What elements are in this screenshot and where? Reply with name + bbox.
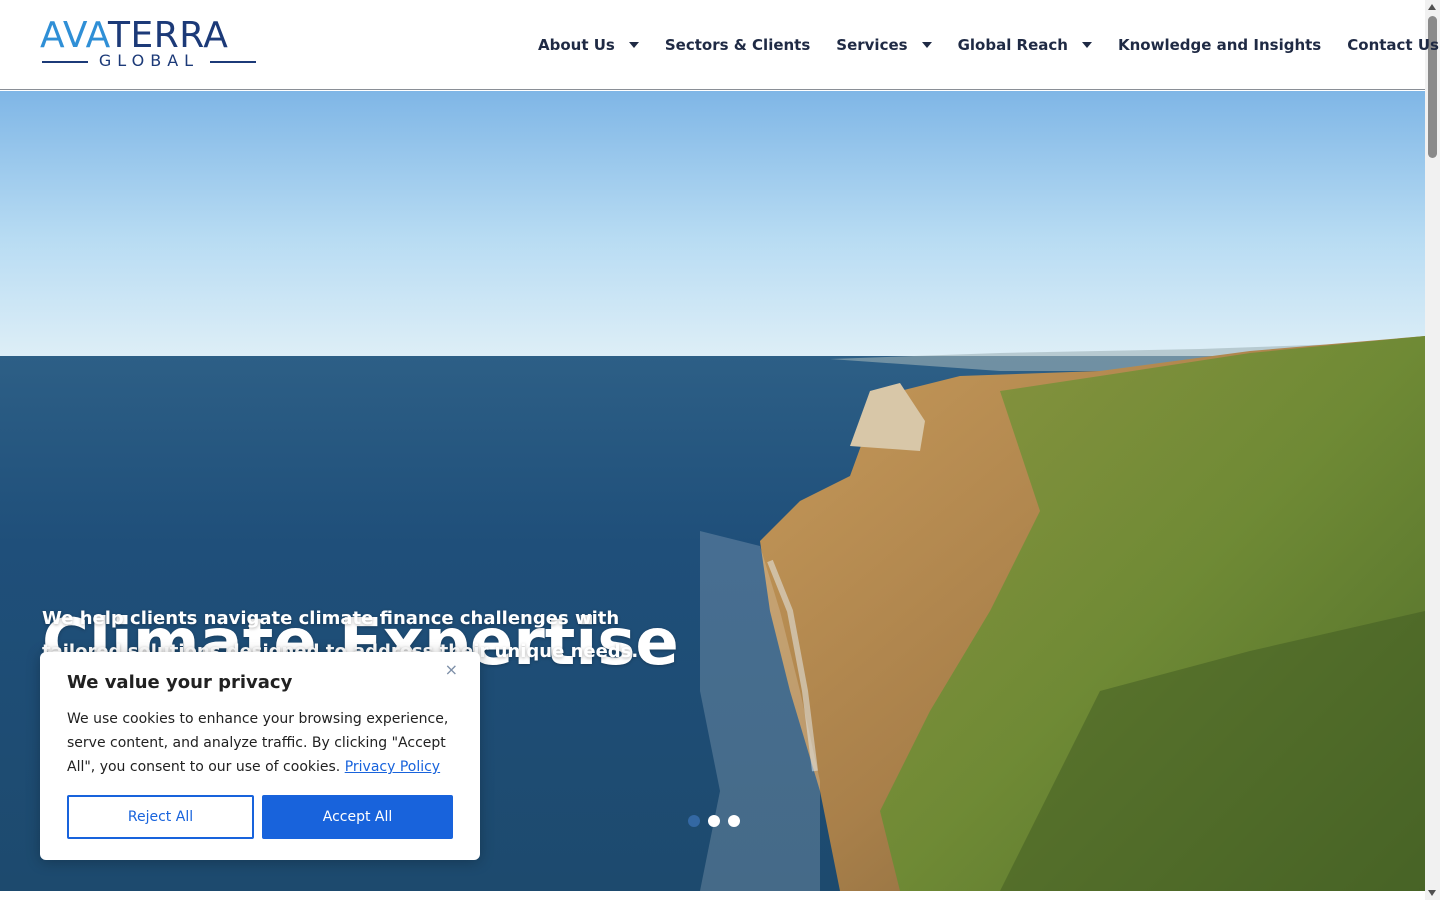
main-nav: About Us Sectors & Clients Services Glob…: [538, 0, 1439, 90]
cookie-description: We use cookies to enhance your browsing …: [67, 707, 459, 779]
caret-down-icon[interactable]: [921, 42, 932, 48]
nav-global-reach-label: Global Reach: [957, 36, 1068, 54]
avaterra-logo[interactable]: AVATERRA GLOBAL: [40, 16, 258, 72]
cookie-consent-banner: We value your privacy × We use cookies t…: [40, 652, 480, 860]
nav-sectors-clients[interactable]: Sectors & Clients: [665, 36, 810, 54]
logo-wordmark: AVATERRA: [40, 16, 228, 56]
reject-all-button[interactable]: Reject All: [67, 795, 254, 839]
nav-sectors-clients-label: Sectors & Clients: [664, 36, 811, 54]
caret-down-icon[interactable]: [628, 42, 639, 48]
site-header: AVATERRA GLOBAL About Us Sectors & Clien…: [0, 0, 1439, 90]
nav-about-us-label: About Us: [538, 36, 615, 54]
slider-dot-2[interactable]: [708, 815, 720, 827]
logo-rule-right: [210, 61, 256, 63]
nav-knowledge-insights[interactable]: Knowledge and Insights: [1118, 36, 1321, 54]
logo-subtitle: GLOBAL: [40, 52, 258, 70]
logo-wordmark-part1: AVA: [40, 15, 108, 56]
logo-rule-left: [42, 61, 88, 63]
nav-global-reach[interactable]: Global Reach: [958, 36, 1092, 54]
caret-down-icon[interactable]: [1081, 42, 1092, 48]
nav-about-us[interactable]: About Us: [538, 36, 639, 54]
slider-dots: [688, 815, 748, 827]
logo-wordmark-part2: TERRA: [107, 15, 229, 56]
accept-all-button[interactable]: Accept All: [262, 795, 453, 839]
nav-contact-us[interactable]: Contact Us: [1347, 36, 1439, 54]
scroll-down-arrow-icon[interactable]: [1428, 890, 1436, 896]
nav-services-label: Services: [836, 36, 908, 54]
close-icon[interactable]: ×: [445, 660, 458, 679]
slider-dot-1[interactable]: [688, 815, 700, 827]
page-scrollbar[interactable]: [1425, 0, 1440, 900]
nav-knowledge-insights-label: Knowledge and Insights: [1117, 36, 1322, 54]
nav-services[interactable]: Services: [836, 36, 932, 54]
nav-contact-us-label: Contact Us: [1347, 36, 1439, 54]
privacy-policy-link[interactable]: Privacy Policy: [345, 759, 440, 775]
slider-dot-3[interactable]: [728, 815, 740, 827]
cookie-title: We value your privacy: [67, 672, 293, 693]
logo-subtitle-text: GLOBAL: [98, 51, 200, 70]
